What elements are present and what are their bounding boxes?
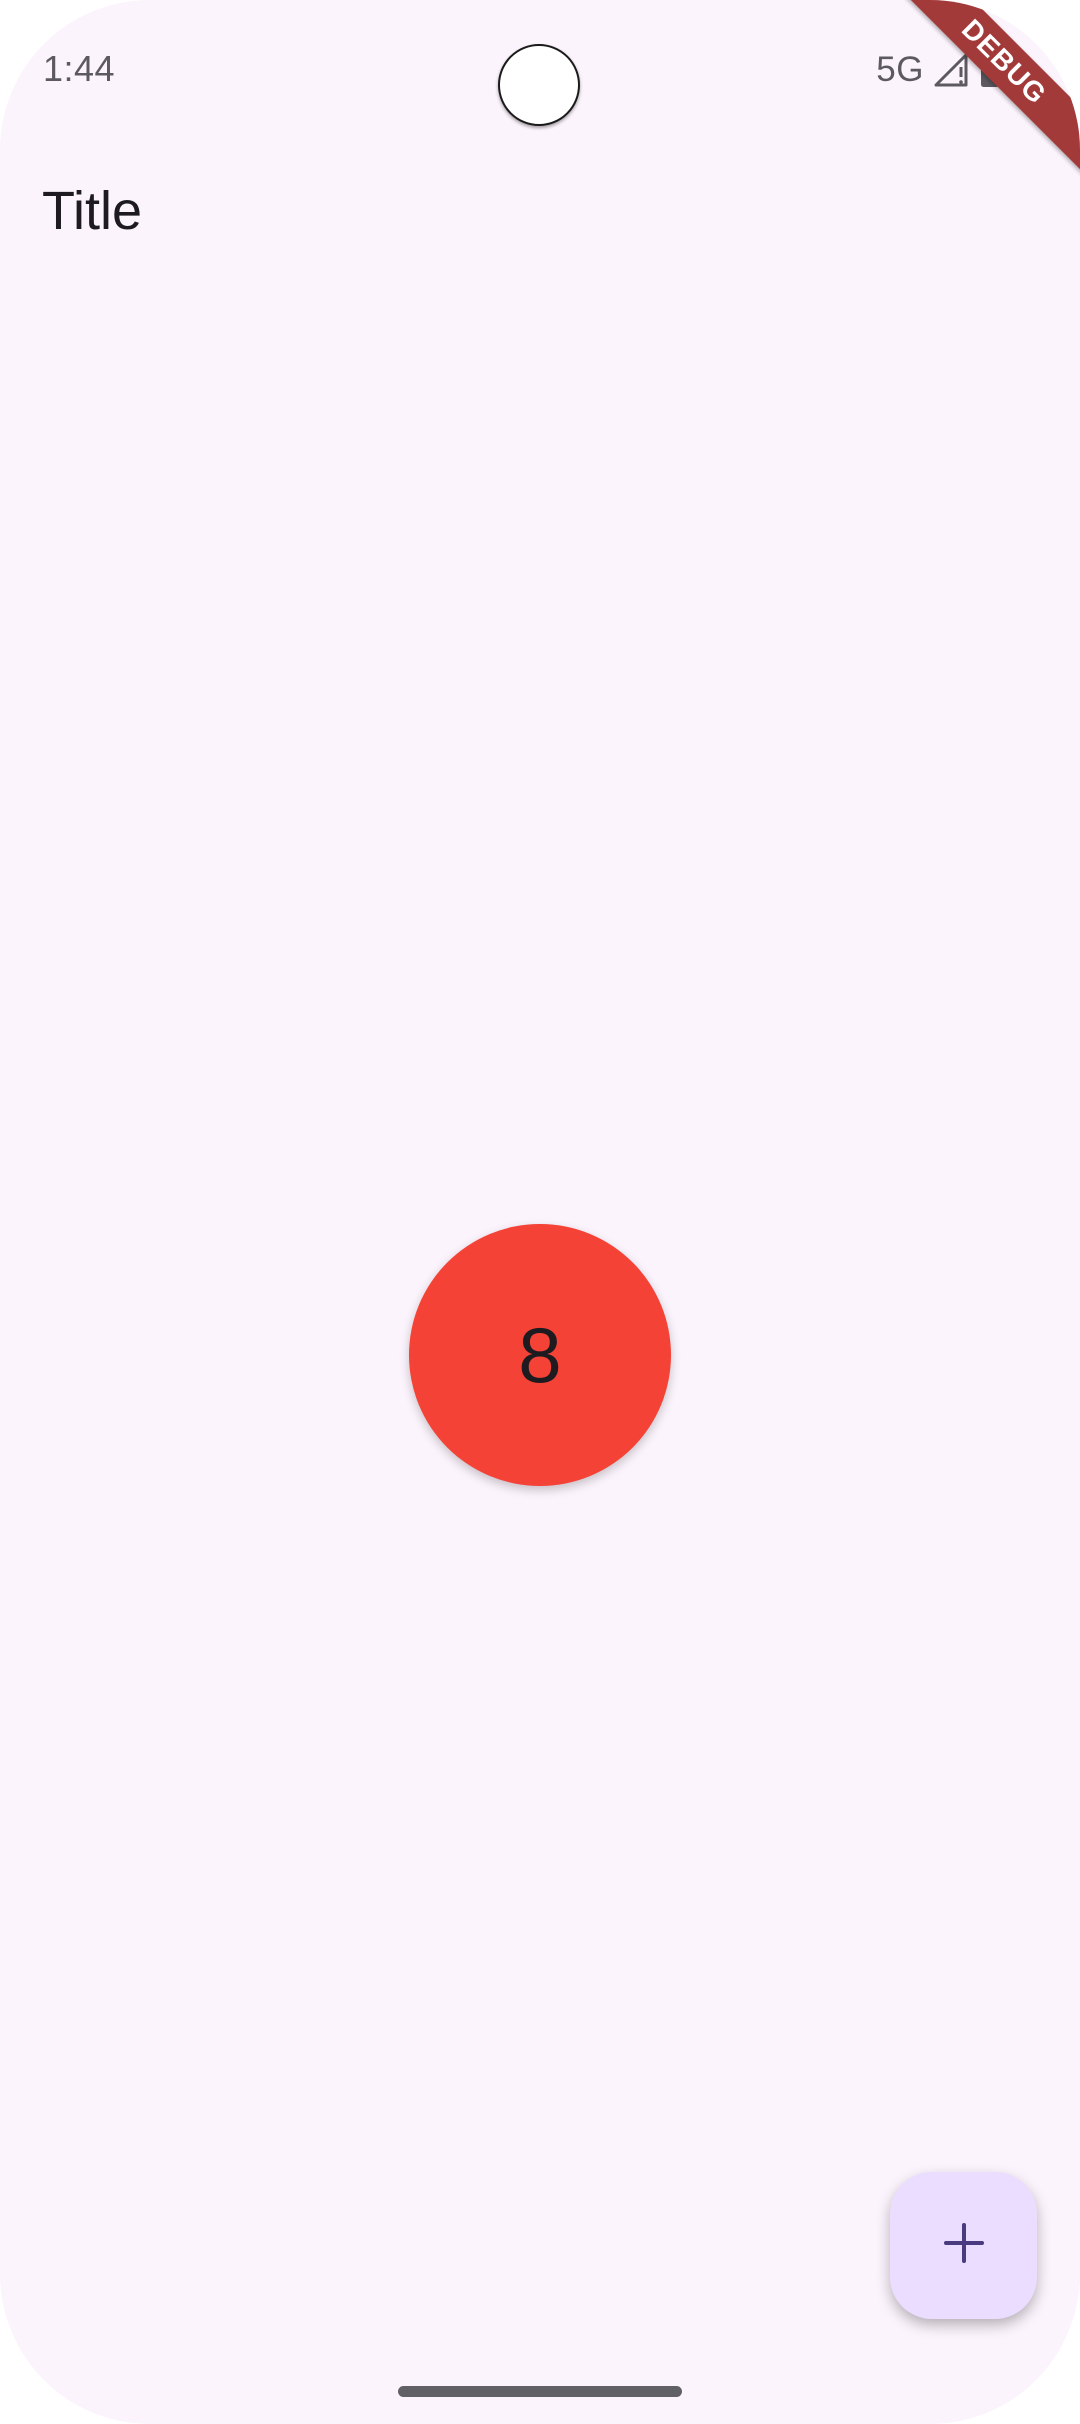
camera-cutout bbox=[498, 44, 580, 126]
plus-icon bbox=[942, 2221, 986, 2270]
counter-circle: 8 bbox=[409, 1224, 671, 1486]
add-button[interactable] bbox=[890, 2172, 1037, 2319]
status-bar: 1:44 5G bbox=[0, 0, 1080, 140]
gesture-navigation-bar[interactable] bbox=[398, 2386, 682, 2397]
status-time: 1:44 bbox=[43, 48, 116, 89]
cellular-signal-icon bbox=[934, 53, 970, 87]
app-screen: 1:44 5G DEBUG Title 8 bbox=[0, 0, 1080, 2424]
counter-value: 8 bbox=[518, 1310, 562, 1399]
network-type-label: 5G bbox=[876, 50, 924, 89]
page-title: Title bbox=[42, 181, 143, 241]
